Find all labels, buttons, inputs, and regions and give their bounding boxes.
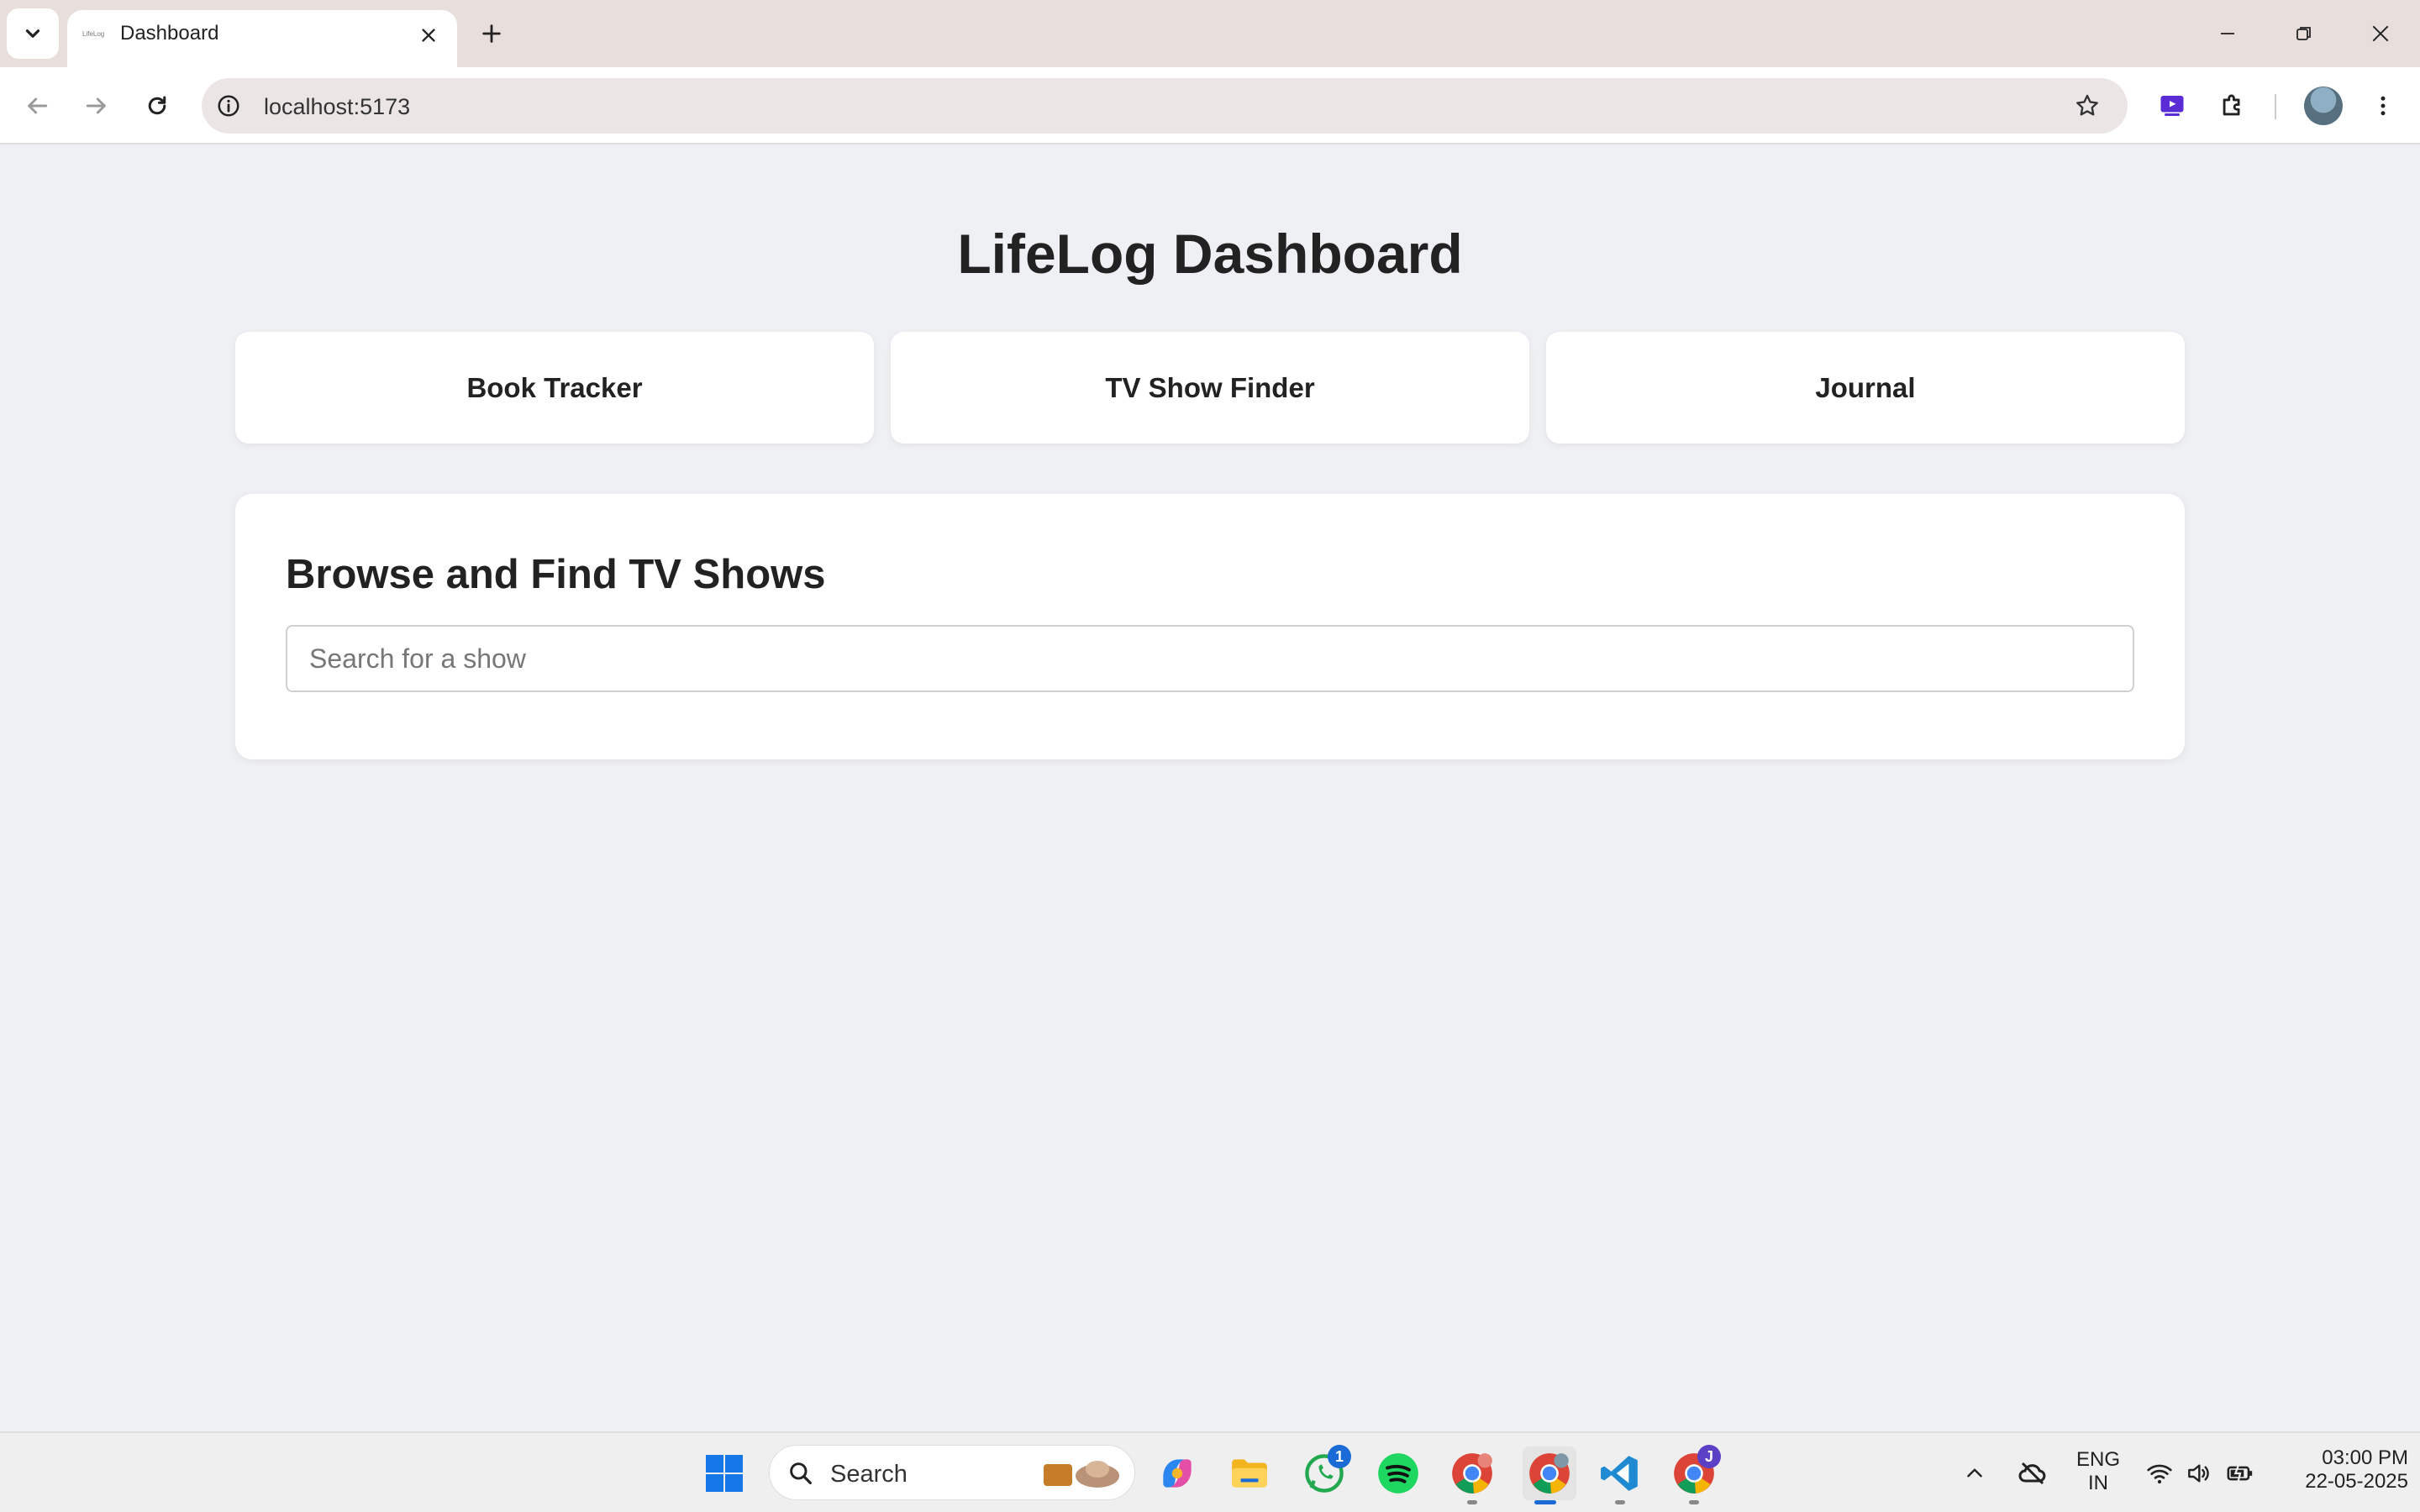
bookmark-star-icon[interactable] [2070, 89, 2104, 123]
clock-time: 03:00 PM [2322, 1446, 2408, 1469]
spotify-app-icon[interactable] [1375, 1450, 1422, 1497]
browser-toolbar: localhost:5173 [0, 67, 2420, 144]
clock[interactable]: 03:00 PM 22-05-2025 [2274, 1446, 2408, 1494]
url-text[interactable]: localhost:5173 [264, 94, 410, 120]
site-info-icon[interactable] [212, 89, 245, 123]
taskbar-search-label: Search [830, 1461, 908, 1488]
extension-screen-recorder-icon[interactable] [2152, 86, 2192, 126]
running-indicator [1615, 1500, 1625, 1504]
vscode-app-icon[interactable] [1597, 1450, 1644, 1497]
tab-close-button[interactable] [413, 20, 444, 50]
arrow-left-icon [28, 97, 48, 114]
minimize-icon [2221, 33, 2234, 34]
windows-taskbar: Search 1 J ENG IN 03:00 PM 22-05-2025 [0, 1431, 2420, 1512]
chrome-profile-badge: J [1697, 1445, 1721, 1468]
search-highlight-icon [1044, 1461, 1119, 1488]
section-title: Browse and Find TV Shows [286, 552, 826, 597]
volume-icon[interactable] [2180, 1450, 2217, 1497]
battery-charging-icon[interactable] [2222, 1450, 2259, 1497]
profile-avatar[interactable] [2304, 87, 2343, 125]
restore-button[interactable] [2266, 8, 2342, 59]
close-icon [2372, 25, 2389, 42]
close-window-button[interactable] [2343, 8, 2418, 59]
language-code: ENG [2075, 1448, 2120, 1471]
tab-title: Dashboard [120, 22, 219, 45]
arrow-right-icon [86, 97, 106, 114]
browser-tab-bar: LifeLog Dashboard [0, 0, 2420, 67]
whatsapp-notification-badge: 1 [1328, 1445, 1351, 1468]
show-search-input[interactable] [286, 625, 2134, 692]
tv-show-finder-panel: Browse and Find TV Shows [235, 494, 2185, 759]
reload-icon [148, 96, 166, 115]
new-tab-button[interactable] [473, 15, 510, 52]
chevron-down-icon [25, 29, 40, 38]
tab-search-button[interactable] [7, 8, 59, 59]
page-title: LifeLog Dashboard [957, 223, 1463, 285]
restore-icon [2296, 27, 2311, 40]
nav-card-journal[interactable]: Journal [1546, 332, 2185, 444]
browser-tab-dashboard[interactable]: LifeLog Dashboard [67, 10, 457, 67]
wifi-icon[interactable] [2141, 1450, 2178, 1497]
onedrive-offline-icon[interactable] [2012, 1450, 2054, 1497]
chrome-profile-1-app-icon[interactable] [1449, 1450, 1496, 1497]
plus-icon [482, 24, 501, 43]
file-explorer-app-icon[interactable] [1226, 1450, 1273, 1497]
address-bar[interactable]: localhost:5173 [202, 78, 2128, 134]
browser-menu-icon[interactable] [2363, 86, 2403, 126]
windows-logo-icon [706, 1455, 743, 1492]
toolbar-divider [2275, 94, 2276, 119]
back-button[interactable] [17, 86, 57, 126]
extensions-puzzle-icon[interactable] [2212, 86, 2253, 126]
language-region: IN [2088, 1472, 2108, 1494]
copilot-app-icon[interactable] [1154, 1450, 1201, 1497]
favicon: LifeLog [82, 30, 105, 38]
active-indicator [1534, 1500, 1556, 1504]
search-icon [785, 1457, 817, 1489]
nav-card-book-tracker[interactable]: Book Tracker [235, 332, 874, 444]
clock-date: 22-05-2025 [2305, 1470, 2408, 1493]
taskbar-search-box[interactable]: Search [769, 1445, 1135, 1500]
close-icon [422, 29, 435, 42]
minimize-button[interactable] [2190, 8, 2265, 59]
reload-button[interactable] [137, 86, 177, 126]
chrome-active-app-icon[interactable] [1523, 1446, 1576, 1500]
nav-card-tv-show-finder[interactable]: TV Show Finder [891, 332, 1529, 444]
tray-overflow-chevron-up-icon[interactable] [1956, 1450, 1993, 1497]
forward-button[interactable] [76, 86, 117, 126]
running-indicator [1467, 1500, 1477, 1504]
windows-start-button[interactable] [701, 1450, 748, 1497]
language-indicator[interactable]: ENG IN [2070, 1448, 2126, 1495]
running-indicator [1689, 1500, 1699, 1504]
